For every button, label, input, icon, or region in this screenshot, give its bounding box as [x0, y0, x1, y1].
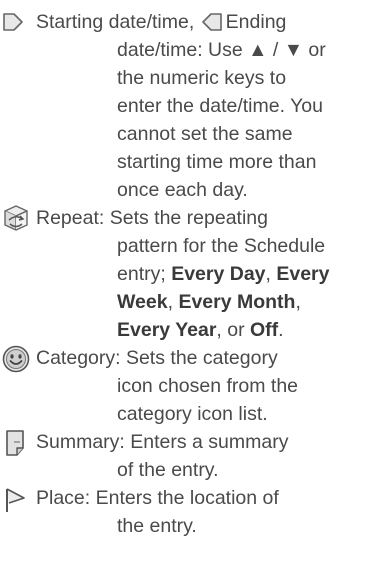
entry-datetime: Starting date/time, Ending date/time: Us…: [0, 8, 375, 204]
repeat-title-text: Repeat: Sets the repeating: [36, 207, 268, 229]
entry-line: enter the date/time. You: [117, 95, 323, 117]
option-every-week-part2: Week: [117, 291, 168, 313]
option-off: Off: [250, 319, 279, 341]
entry-first-line: Place: Enters the location of: [0, 484, 375, 512]
entry-line: entry; Every Day, Every: [0, 260, 375, 288]
plain-text: ,: [295, 291, 301, 313]
entry-line: once each day.: [117, 179, 248, 201]
entry-line: Week, Every Month,: [0, 288, 375, 316]
entry-line: the numeric keys to: [117, 67, 287, 89]
plain-text: ,: [265, 263, 277, 285]
entry-line: the entry.: [117, 515, 197, 537]
option-every-week-part1: Every: [276, 263, 330, 285]
manual-page: Starting date/time, Ending date/time: Us…: [0, 0, 375, 587]
plain-text: entry;: [117, 263, 172, 285]
entry-line: pattern for the Schedule: [117, 235, 326, 257]
option-every-month: Every Month: [178, 291, 296, 313]
entry-first-line: Category: Sets the category: [0, 344, 375, 373]
plain-text: ,: [167, 291, 179, 313]
summary-title-text: Summary: Enters a summary: [36, 431, 289, 453]
entry-line: category icon list.: [117, 403, 268, 425]
entry-place: Place: Enters the location of the entry.: [0, 484, 375, 540]
option-every-day: Every Day: [171, 263, 266, 285]
datetime-end-text: Ending: [225, 11, 287, 33]
entry-line: Every Year, or Off.: [0, 316, 375, 344]
entry-line: starting time more than: [117, 151, 317, 173]
plain-text: .: [278, 319, 284, 341]
end-date-icon: [200, 11, 226, 35]
place-flag-icon: [2, 484, 32, 512]
entry-first-line: Repeat: Sets the repeating: [0, 204, 375, 232]
summary-note-icon: [2, 428, 32, 456]
entry-repeat: Repeat: Sets the repeating pattern for t…: [0, 204, 375, 344]
entry-line: icon chosen from the: [117, 375, 299, 397]
start-date-icon: [2, 8, 32, 36]
option-every-year: Every Year: [117, 319, 217, 341]
entry-summary: Summary: Enters a summary of the entry.: [0, 428, 375, 484]
entry-category: Category: Sets the category icon chosen …: [0, 344, 375, 428]
plain-text: , or: [216, 319, 250, 341]
category-smiley-icon: [2, 344, 32, 373]
entry-line: cannot set the same: [117, 123, 293, 145]
entry-line: of the entry.: [117, 459, 219, 481]
entry-first-line: Summary: Enters a summary: [0, 428, 375, 456]
repeat-icon: [2, 204, 32, 232]
entry-line: date/time: Use ▲ / ▼ or: [117, 39, 326, 61]
datetime-start-text: Starting date/time,: [36, 11, 200, 33]
category-title-text: Category: Sets the category: [36, 347, 278, 369]
entry-first-line: Starting date/time, Ending: [0, 8, 375, 36]
place-title-text: Place: Enters the location of: [36, 487, 279, 509]
